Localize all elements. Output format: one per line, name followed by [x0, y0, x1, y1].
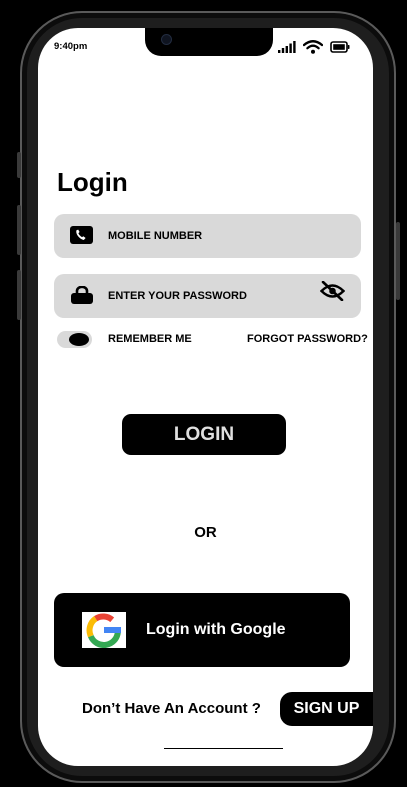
battery-icon [330, 41, 350, 53]
eye-slash-icon[interactable] [320, 281, 345, 301]
toggle-knob [69, 333, 89, 346]
signal-icon [278, 41, 296, 53]
camera-icon [161, 34, 172, 45]
phone-icon [70, 226, 93, 244]
side-button-mute [17, 152, 21, 178]
status-time: 9:40pm [54, 41, 88, 52]
sign-up-button[interactable]: SIGN UP [280, 692, 373, 726]
home-indicator [164, 748, 283, 749]
or-divider: OR [194, 524, 217, 541]
google-login-label: Login with Google [146, 621, 286, 638]
password-field[interactable]: ENTER YOUR PASSWORD [54, 274, 361, 318]
google-login-button[interactable]: Login with Google [54, 593, 350, 667]
side-button-volume-down [17, 270, 21, 320]
status-icons [278, 38, 350, 56]
side-button-volume-up [17, 205, 21, 255]
side-button-power [396, 222, 400, 300]
remember-me-toggle[interactable] [57, 331, 92, 348]
no-account-text: Don’t Have An Account ? [82, 700, 261, 717]
mobile-number-field[interactable]: MOBILE NUMBER [54, 214, 361, 258]
page-title: Login [57, 167, 128, 197]
wifi-icon [303, 40, 323, 54]
mobile-number-label: MOBILE NUMBER [108, 230, 203, 242]
google-logo-icon [82, 612, 126, 648]
notch [145, 28, 273, 56]
screen: 9:40pm Login MOBILE NUMBER ENTER YOUR PA… [38, 28, 373, 766]
forgot-password-link[interactable]: FORGOT PASSWORD? [247, 333, 368, 345]
lock-icon [71, 286, 93, 304]
login-button[interactable]: LOGIN [122, 414, 286, 455]
remember-me-label: REMEMBER ME [108, 333, 192, 345]
password-label: ENTER YOUR PASSWORD [108, 290, 247, 302]
